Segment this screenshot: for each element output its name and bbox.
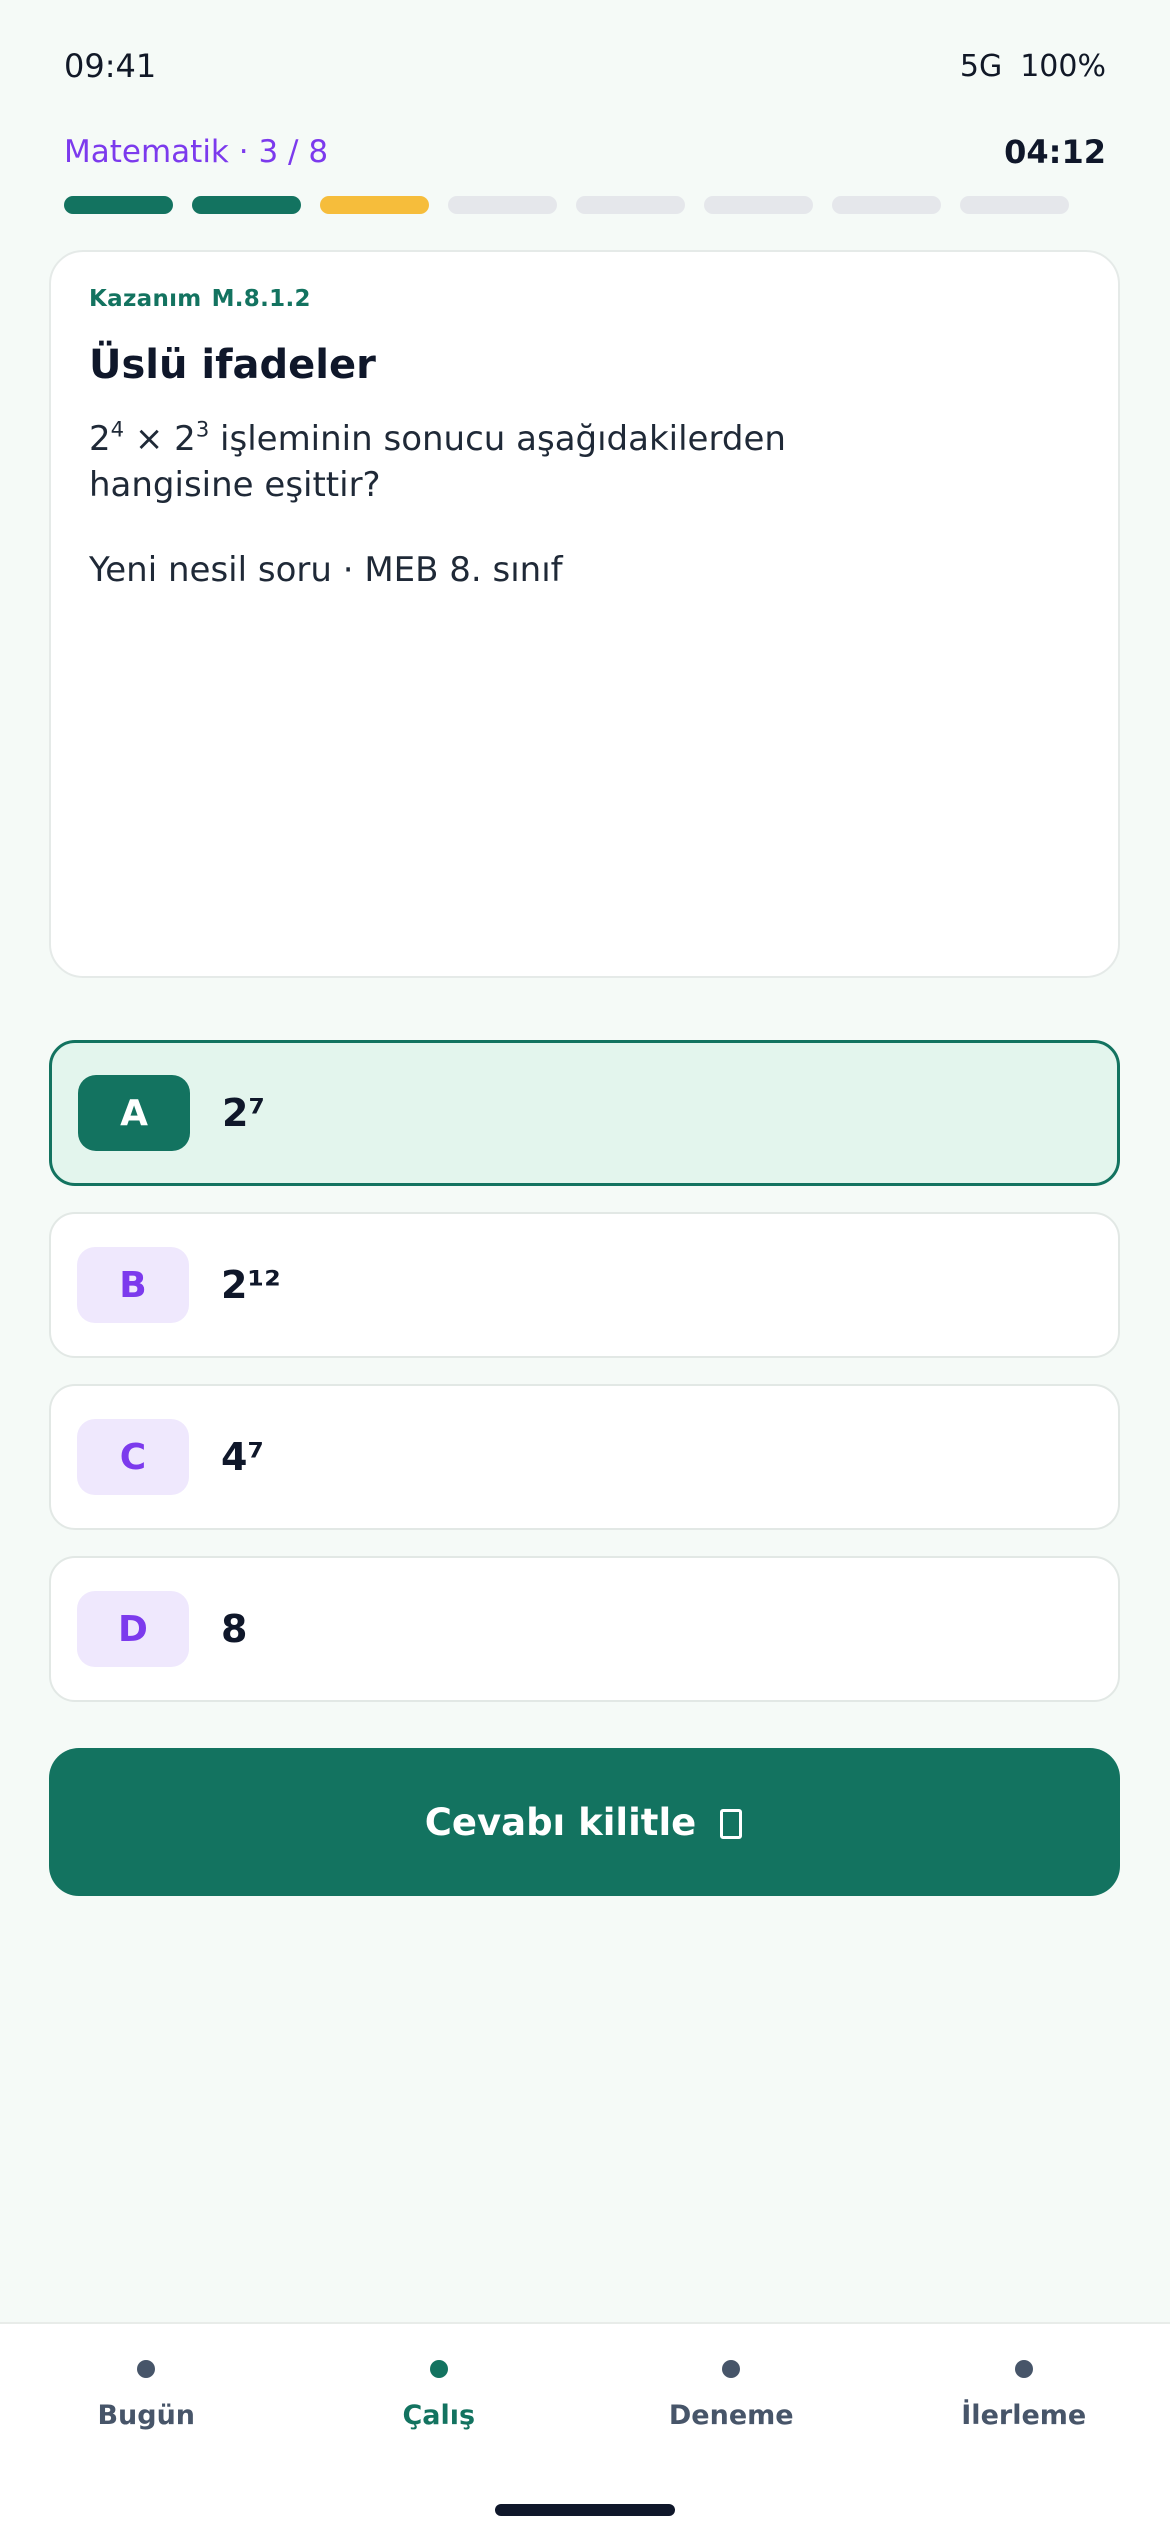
nav-dot-icon xyxy=(137,2360,155,2378)
option-b[interactable]: B 2¹² xyxy=(49,1212,1120,1358)
question-title: Üslü ifadeler xyxy=(89,342,1080,388)
option-letter: A xyxy=(78,1075,190,1151)
progress-segment xyxy=(576,196,685,214)
option-a[interactable]: A 2⁷ xyxy=(49,1040,1120,1186)
option-value: 4⁷ xyxy=(221,1435,264,1479)
nav-item-calis[interactable]: Çalış xyxy=(293,2324,586,2431)
option-d[interactable]: D 8 xyxy=(49,1556,1120,1702)
nav-dot-icon xyxy=(430,2360,448,2378)
battery-indicator: 100% xyxy=(1020,49,1106,84)
option-value: 2¹² xyxy=(221,1263,281,1307)
question-meta: Yeni nesil soru · MEB 8. sınıf xyxy=(89,550,1080,590)
question-progress xyxy=(64,196,1069,214)
question-card: Kazanım M.8.1.2 Üslü ifadeler 24 × 23 işl… xyxy=(49,250,1120,978)
lock-answer-label: Cevabı kilitle xyxy=(425,1801,697,1844)
option-letter: C xyxy=(77,1419,189,1495)
status-bar: 09:41 5G 100% xyxy=(64,44,1106,88)
home-indicator xyxy=(495,2504,675,2516)
progress-segment xyxy=(832,196,941,214)
option-value: 8 xyxy=(221,1607,247,1651)
nav-item-bugun[interactable]: Bugün xyxy=(0,2324,293,2431)
option-letter: B xyxy=(77,1247,189,1323)
quiz-timer: 04:12 xyxy=(1004,133,1106,171)
nav-item-deneme[interactable]: Deneme xyxy=(585,2324,878,2431)
outcome-code: M.8.1.2 xyxy=(212,286,311,312)
subject-progress: Matematik · 3 / 8 xyxy=(64,134,328,170)
nav-label: Bugün xyxy=(97,2400,195,2431)
option-c[interactable]: C 4⁷ xyxy=(49,1384,1120,1530)
option-value: 2⁷ xyxy=(222,1091,265,1135)
progress-segment xyxy=(64,196,173,214)
nav-label: İlerleme xyxy=(961,2400,1086,2431)
question-line-2: hangisine eşittir? xyxy=(89,465,381,505)
answer-options: A 2⁷ B 2¹² C 4⁷ D 8 xyxy=(49,1040,1120,1728)
quiz-header: Matematik · 3 / 8 04:12 xyxy=(64,130,1106,174)
question-line-1: işleminin sonucu aşağıdakilerden xyxy=(209,419,786,459)
learning-outcome: Kazanım M.8.1.2 xyxy=(89,286,1080,312)
network-indicator: 5G xyxy=(960,49,1002,84)
nav-item-ilerleme[interactable]: İlerleme xyxy=(878,2324,1170,2431)
lock-answer-button[interactable]: Cevabı kilitle xyxy=(49,1748,1120,1896)
status-time: 09:41 xyxy=(64,47,156,85)
progress-segment xyxy=(448,196,557,214)
question-text: 24 × 23 işleminin sonucu aşağıdakilerden… xyxy=(89,416,1080,508)
bottom-nav: Bugün Çalış Deneme İlerleme xyxy=(0,2322,1170,2534)
question-expression: 24 × 23 xyxy=(89,419,209,459)
outcome-label: Kazanım xyxy=(89,286,202,312)
progress-segment xyxy=(192,196,301,214)
nav-label: Deneme xyxy=(669,2400,794,2431)
status-indicators: 5G 100% xyxy=(960,49,1106,84)
option-letter: D xyxy=(77,1591,189,1667)
progress-segment xyxy=(704,196,813,214)
progress-segment xyxy=(320,196,429,214)
nav-label: Çalış xyxy=(402,2400,475,2431)
nav-dot-icon xyxy=(1015,2360,1033,2378)
nav-dot-icon xyxy=(722,2360,740,2378)
lock-icon xyxy=(718,1805,744,1839)
progress-segment xyxy=(960,196,1069,214)
